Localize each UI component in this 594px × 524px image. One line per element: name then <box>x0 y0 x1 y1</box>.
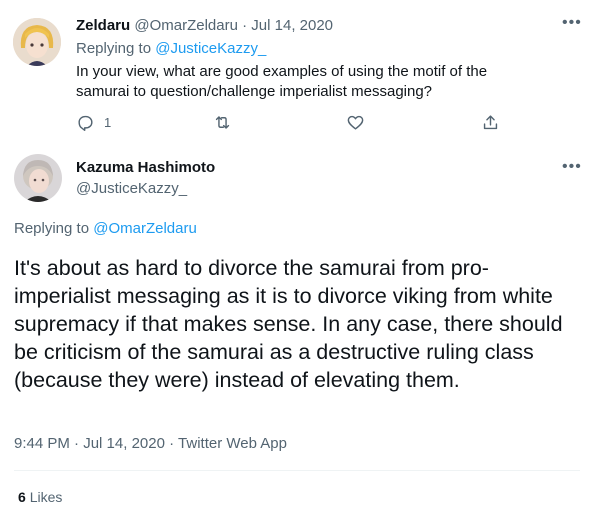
replying-to-link[interactable]: @JusticeKazzy_ <box>155 40 266 57</box>
likes-label: Likes <box>29 489 63 505</box>
reply-count: 1 <box>104 115 112 130</box>
avatar[interactable] <box>14 154 62 202</box>
replying-prefix: Replying to <box>14 220 90 237</box>
main-tweet: Kazuma Hashimoto @JusticeKazzy_ ••• Repl… <box>0 150 594 524</box>
tweet-client[interactable]: Twitter Web App <box>178 435 287 452</box>
author-handle[interactable]: @JusticeKazzy_ <box>76 180 187 197</box>
more-icon[interactable]: ••• <box>562 14 582 32</box>
replying-prefix: Replying to <box>76 40 152 57</box>
tweet-date[interactable]: Jul 14, 2020 <box>251 17 333 34</box>
separator: · <box>74 435 80 452</box>
author-name[interactable]: Kazuma Hashimoto <box>76 159 215 176</box>
avatar[interactable] <box>13 18 61 66</box>
share-button[interactable] <box>481 113 500 132</box>
more-icon[interactable]: ••• <box>562 158 582 176</box>
likes-count: 6 <box>18 489 26 505</box>
share-icon <box>483 115 498 130</box>
retweet-icon <box>215 116 230 129</box>
like-button[interactable] <box>346 113 365 132</box>
reply-icon <box>78 115 93 131</box>
separator: · <box>242 17 248 34</box>
retweet-button[interactable] <box>213 113 232 132</box>
reply-button[interactable]: 1 <box>76 113 111 132</box>
divider <box>14 470 580 471</box>
tweet-text: It's about as hard to divorce the samura… <box>14 256 563 392</box>
tweet-text: In your view, what are good examples of … <box>76 63 488 100</box>
tweet-date[interactable]: Jul 14, 2020 <box>83 435 165 452</box>
replying-to-link[interactable]: @OmarZeldaru <box>93 220 197 237</box>
author-handle[interactable]: @OmarZeldaru <box>134 17 238 34</box>
likes-stat[interactable]: 6 Likes <box>18 489 62 505</box>
tweet-time[interactable]: 9:44 PM <box>14 435 70 452</box>
author-name[interactable]: Zeldaru <box>76 17 130 34</box>
separator: · <box>169 435 175 452</box>
like-icon <box>347 115 364 130</box>
reply-tweet[interactable]: Zeldaru @OmarZeldaru · Jul 14, 2020 ••• … <box>0 0 594 150</box>
